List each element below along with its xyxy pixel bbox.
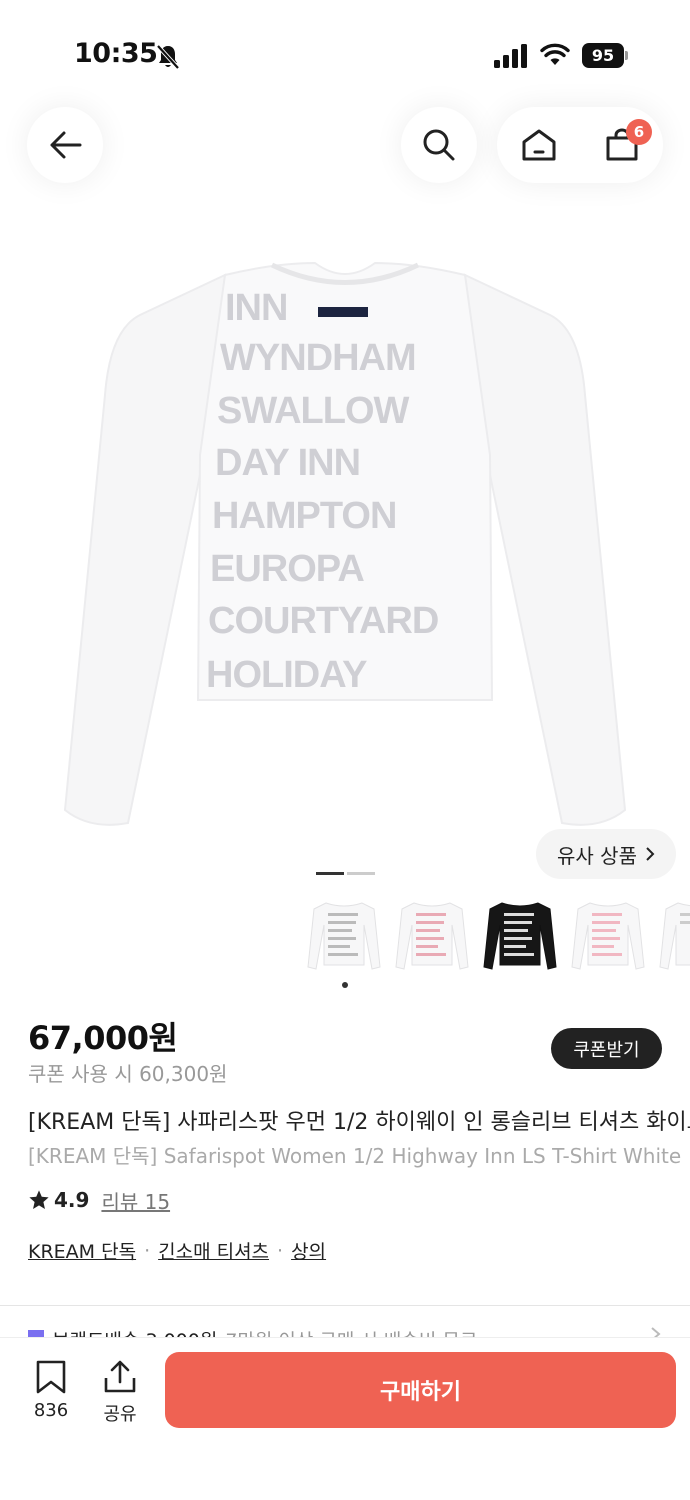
product-title: [KREAM 단독] 사파리스팟 우먼 1/2 하이웨이 인 롱슬리브 티셔츠 … — [28, 1110, 690, 1135]
thumbnail[interactable] — [570, 895, 646, 975]
bookmark-count: 836 — [33, 1400, 69, 1421]
cart-button[interactable]: 6 — [580, 107, 663, 183]
print-line: EUROPA — [210, 548, 364, 590]
home-cart-group: 6 — [497, 107, 663, 183]
bookmark-icon — [36, 1360, 66, 1394]
share-button[interactable]: 공유 — [92, 1360, 148, 1426]
battery-cap — [625, 51, 628, 60]
home-icon — [522, 129, 555, 161]
rating-row: 4.9 리뷰 15 — [28, 1186, 170, 1214]
chevron-right-icon — [646, 847, 655, 861]
bottom-action-bar: 836 공유 구매하기 — [0, 1338, 690, 1500]
star-icon — [29, 1190, 49, 1209]
product-price: 67,000원 — [28, 1019, 178, 1057]
search-icon — [423, 129, 455, 161]
breadcrumb-item[interactable]: KREAM 단독 — [28, 1237, 136, 1264]
thumbnail[interactable] — [394, 895, 470, 975]
share-label: 공유 — [103, 1404, 137, 1425]
home-button[interactable] — [497, 107, 580, 183]
section-divider — [0, 1305, 690, 1306]
arrow-left-icon — [50, 131, 82, 159]
breadcrumb-separator: · — [277, 1239, 284, 1262]
print-line: INN — [225, 287, 287, 329]
back-button[interactable] — [27, 107, 103, 183]
share-icon — [104, 1360, 136, 1393]
print-line: DAY INN — [215, 442, 360, 484]
breadcrumb-item[interactable]: 긴소매 티셔츠 — [158, 1237, 269, 1264]
thumbnail-strip — [306, 895, 690, 975]
breadcrumb-item[interactable]: 상의 — [291, 1237, 326, 1264]
coupon-price: 쿠폰 사용 시 60,300원 — [28, 1062, 228, 1086]
similar-products-label: 유사 상품 — [557, 843, 637, 868]
print-line: SWALLOW — [217, 390, 410, 432]
battery-indicator: 95 — [582, 43, 628, 68]
breadcrumb-separator: · — [144, 1239, 151, 1262]
thumbnail[interactable] — [658, 895, 690, 975]
buy-button[interactable]: 구매하기 — [165, 1352, 676, 1428]
status-bar: 10:35 95 — [0, 0, 690, 100]
rating-score: 4.9 — [54, 1188, 90, 1212]
thumbnail-indicator — [342, 982, 348, 988]
breadcrumb: KREAM 단독 · 긴소매 티셔츠 · 상의 — [28, 1237, 326, 1264]
print-line: HOLIDAY — [206, 654, 367, 696]
review-link[interactable]: 리뷰 15 — [101, 1186, 170, 1215]
cart-count-badge: 6 — [626, 119, 652, 145]
status-time: 10:35 — [74, 38, 158, 69]
product-subtitle: [KREAM 단독] Safarispot Women 1/2 Highway … — [28, 1144, 682, 1168]
bookmark-button[interactable]: 836 — [23, 1360, 79, 1421]
wifi-icon — [540, 43, 570, 65]
thumbnail[interactable] — [482, 895, 558, 975]
product-image[interactable]: INN WYNDHAM SWALLOW DAY INN HAMPTON EURO… — [60, 255, 630, 835]
bell-off-icon — [156, 44, 180, 70]
search-button[interactable] — [401, 107, 477, 183]
image-pager — [316, 872, 376, 875]
battery-level: 95 — [582, 43, 624, 68]
print-line: WYNDHAM — [220, 337, 416, 379]
pager-active — [316, 872, 344, 875]
thumbnail[interactable] — [306, 895, 382, 975]
pager-inactive — [347, 872, 375, 875]
print-line: COURTYARD — [208, 600, 438, 642]
get-coupon-button[interactable]: 쿠폰받기 — [551, 1028, 662, 1069]
signal-icon — [494, 44, 527, 68]
similar-products-button[interactable]: 유사 상품 — [536, 829, 676, 879]
print-line: HAMPTON — [212, 495, 396, 537]
brand-label — [318, 307, 368, 317]
